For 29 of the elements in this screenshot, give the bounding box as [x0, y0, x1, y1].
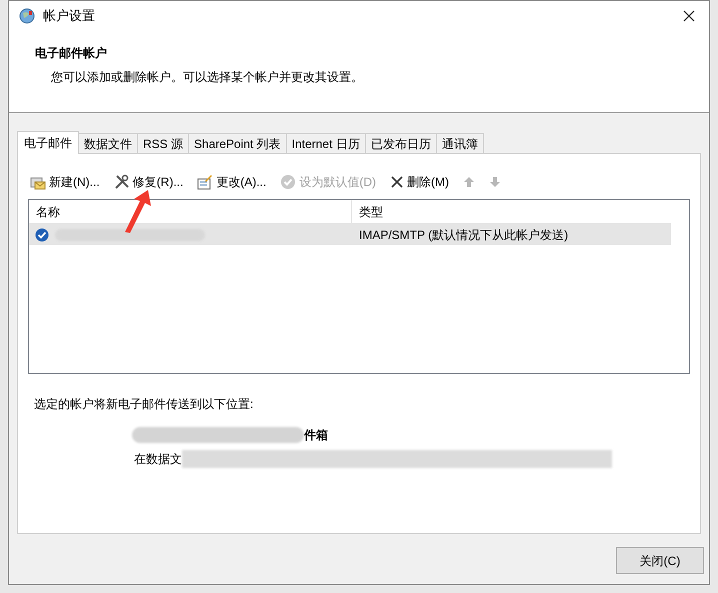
- up-arrow-icon: [463, 176, 476, 188]
- tab[interactable]: 数据文件: [79, 133, 138, 153]
- close-icon: [390, 175, 404, 189]
- column-header[interactable]: 类型: [352, 200, 671, 223]
- account-row[interactable]: IMAP/SMTP (默认情况下从此帐户发送): [29, 224, 671, 245]
- data-file-path: 在数据文: [134, 451, 182, 468]
- down-arrow-icon: [489, 176, 502, 188]
- tools-icon: [114, 174, 130, 190]
- toolbar-button[interactable]: 删除(M): [388, 171, 452, 193]
- tab[interactable]: 电子邮件: [17, 131, 79, 154]
- window-title: 帐户设置: [43, 7, 95, 26]
- tab[interactable]: 已发布日历: [366, 133, 437, 153]
- tab[interactable]: 通讯簿: [436, 133, 484, 153]
- tab[interactable]: Internet 日历: [286, 133, 366, 153]
- tab[interactable]: SharePoint 列表: [189, 133, 287, 153]
- section-title: 电子邮件帐户: [35, 45, 108, 62]
- folder-name: 件箱: [304, 427, 328, 444]
- toolbar-button[interactable]: 修复(R)...: [112, 171, 186, 193]
- close-icon: [683, 10, 695, 22]
- toolbar-button[interactable]: 新建(N)...: [28, 171, 102, 193]
- description-text: 您可以添加或删除帐户。可以选择某个帐户并更改其设置。: [50, 69, 364, 86]
- table-cell-text: IMAP/SMTP (默认情况下从此帐户发送): [358, 226, 570, 244]
- close-dialog-button[interactable]: 关闭(C): [616, 547, 704, 574]
- delivery-label: 选定的帐户将新电子邮件传送到以下位置:: [33, 396, 254, 413]
- checkmark-icon: [280, 174, 296, 190]
- edit-card-icon: [197, 174, 214, 190]
- toolbar-button[interactable]: 更改(A)...: [195, 171, 268, 193]
- tab[interactable]: RSS 源: [138, 133, 190, 153]
- globe-icon: [19, 8, 35, 24]
